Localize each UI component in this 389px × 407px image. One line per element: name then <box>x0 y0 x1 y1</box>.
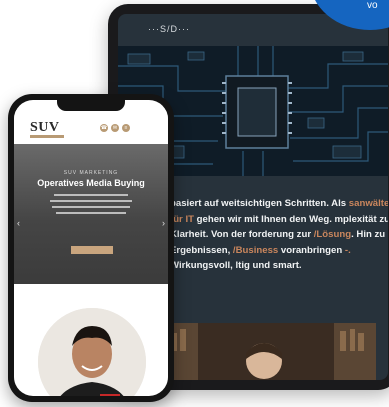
text-part: ltig und smart. <box>235 260 302 272</box>
phone-icon[interactable]: ☎ <box>100 124 108 132</box>
phone-header: SUV ☎ ✉ ≡ <box>14 110 168 142</box>
text-part: Wirkungsvoll, <box>170 260 236 272</box>
hero-text-line <box>52 206 130 208</box>
text-part-highlight: /Lösung <box>313 229 352 241</box>
text-part: gehen wir mit Ihnen den Weg. <box>193 213 335 225</box>
hero-text-line <box>56 212 126 214</box>
tablet-logo: ···S/D··· <box>148 24 190 34</box>
phone-logo[interactable]: SUV <box>30 120 60 136</box>
text-part: voranbringen <box>278 244 345 256</box>
phone-device: SUV ☎ ✉ ≡ SUV MARKETING Operatives Media… <box>8 94 174 402</box>
hero-title: Operatives Media Buying <box>37 178 145 188</box>
phone-notch <box>57 100 125 111</box>
phone-screen: SUV ☎ ✉ ≡ SUV MARKETING Operatives Media… <box>14 100 168 396</box>
text-part: basiert auf weitsichtigen Schritten. Als <box>170 198 349 209</box>
text-part: forderung zur <box>248 229 314 241</box>
person-photo <box>38 308 146 396</box>
phone-logo-underline <box>30 135 64 138</box>
corner-badge-text: vo <box>367 0 378 11</box>
text-part-highlight: -. <box>344 244 351 256</box>
phone-header-icons: ☎ ✉ ≡ <box>100 124 130 132</box>
mail-icon[interactable]: ✉ <box>111 124 119 132</box>
hero-kicker: SUV MARKETING <box>63 170 119 176</box>
menu-icon[interactable]: ≡ <box>122 124 130 132</box>
office-photo <box>158 323 376 380</box>
device-mockup: ···S/D··· basiert auf weitsichtigen Schr… <box>0 0 389 407</box>
tablet-body-text: basiert auf weitsichtigen Schritten. Als… <box>170 196 388 274</box>
chevron-right-icon[interactable]: › <box>162 218 165 228</box>
hero-cta-button[interactable] <box>71 246 113 254</box>
phone-hero: SUV MARKETING Operatives Media Buying ‹ … <box>14 144 168 284</box>
hero-text-line <box>50 200 132 202</box>
text-part-highlight: /Business <box>232 244 279 256</box>
hero-text-line <box>54 194 128 196</box>
chevron-left-icon[interactable]: ‹ <box>17 218 20 228</box>
hero-background <box>14 144 168 284</box>
